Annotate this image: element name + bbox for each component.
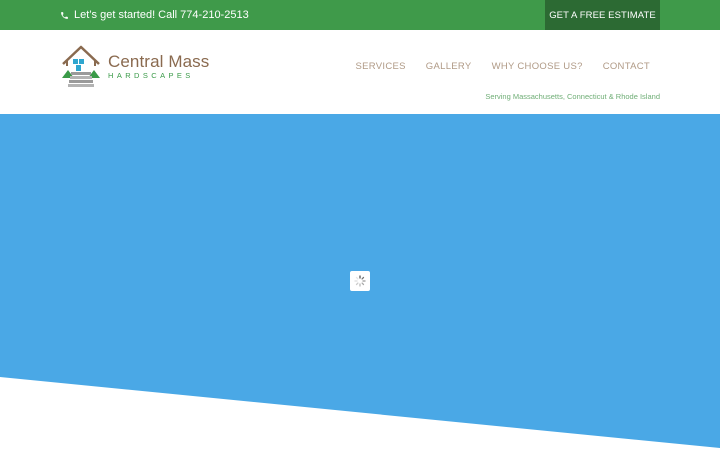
logo-name-sub: HARDSCAPES (108, 71, 194, 80)
call-to-action[interactable]: Let’s get started! Call 774-210-2513 (60, 0, 249, 30)
phone-icon (61, 11, 68, 19)
nav-item-contact[interactable]: CONTACT (603, 61, 650, 72)
main-nav: SERVICES GALLERY WHY CHOOSE US? CONTACT (356, 61, 650, 72)
site-logo[interactable]: Central Mass HARDSCAPES (60, 44, 209, 90)
nav-item-gallery[interactable]: GALLERY (426, 61, 472, 72)
free-estimate-button[interactable]: GET A FREE ESTIMATE (545, 0, 660, 30)
service-area-tagline: Serving Massachusetts, Connecticut & Rho… (485, 92, 660, 101)
call-text: Let’s get started! Call 774-210-2513 (74, 9, 249, 21)
nav-item-services[interactable]: SERVICES (356, 61, 406, 72)
top-bar: Let’s get started! Call 774-210-2513 GET… (0, 0, 720, 30)
logo-name-main: Central Mass (108, 52, 210, 71)
house-logo-icon (62, 45, 100, 87)
site-header: Central Mass HARDSCAPES SERVICES GALLERY… (0, 30, 720, 114)
nav-item-why-choose-us[interactable]: WHY CHOOSE US? (492, 61, 583, 72)
loading-spinner-icon (350, 271, 370, 291)
